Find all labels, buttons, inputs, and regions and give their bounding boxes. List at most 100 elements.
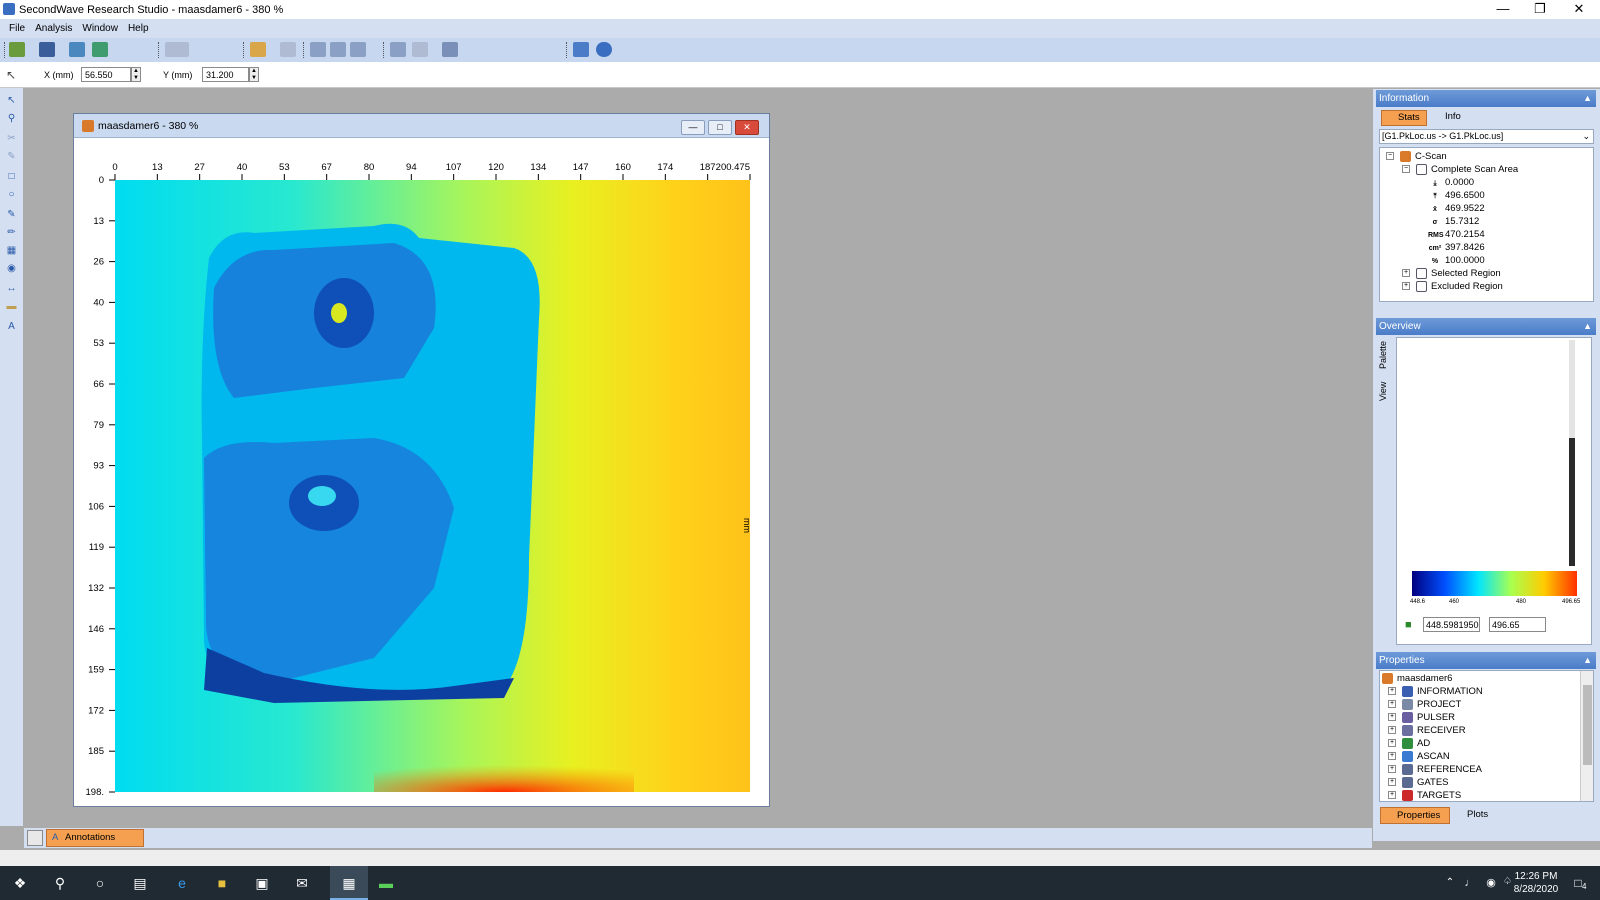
- property-item[interactable]: + INFORMATION: [1388, 685, 1483, 698]
- window-icon[interactable]: [350, 42, 366, 57]
- property-item[interactable]: + AD: [1388, 737, 1430, 750]
- restore-button[interactable]: ❐: [1521, 0, 1559, 19]
- menu-window[interactable]: Window: [82, 23, 118, 34]
- tray-chevron-icon[interactable]: ⌃: [1440, 873, 1460, 893]
- app-taskbar-icon[interactable]: ▬: [376, 873, 396, 893]
- export-icon[interactable]: [69, 42, 85, 57]
- expand-icon[interactable]: +: [1388, 765, 1396, 774]
- network-icon[interactable]: ◉: [1481, 873, 1501, 893]
- cscan-close-button[interactable]: ✕: [735, 120, 759, 135]
- stat-row[interactable]: x̄ 469.9522: [1428, 202, 1485, 215]
- expand-icon[interactable]: +: [1388, 778, 1396, 787]
- blank-icon[interactable]: [412, 42, 428, 57]
- x-coord-input[interactable]: [81, 67, 131, 82]
- cortana-icon[interactable]: ○: [90, 873, 110, 893]
- volume-icon[interactable]: ♩: [1460, 873, 1480, 893]
- expand-icon[interactable]: +: [1388, 713, 1396, 722]
- draw-icon[interactable]: ✎: [4, 208, 19, 222]
- tree-complete-area[interactable]: − Complete Scan Area: [1402, 163, 1518, 176]
- menu-analysis[interactable]: Analysis: [35, 23, 72, 34]
- palette-side-tab[interactable]: Palette: [1378, 337, 1391, 369]
- search-icon[interactable]: ⚲: [50, 873, 70, 893]
- pin-icon[interactable]: ▲: [1583, 652, 1592, 669]
- stat-row[interactable]: ⤒ 496.6500: [1428, 189, 1484, 202]
- arrow-icon[interactable]: [280, 42, 296, 57]
- toolbar-grip[interactable]: [4, 42, 6, 58]
- help-icon[interactable]: [596, 42, 612, 57]
- toolbar-grip[interactable]: [566, 42, 568, 58]
- cscan-minimize-button[interactable]: —: [681, 120, 705, 135]
- y-coord-spinner[interactable]: ▲ ▼: [249, 67, 259, 82]
- rect-select-icon[interactable]: □: [4, 170, 19, 184]
- x-coord-spinner[interactable]: ▲ ▼: [131, 67, 141, 82]
- ruler-icon[interactable]: [390, 42, 406, 57]
- cscan-plot[interactable]: 0 13 27 40 53 67 80 94 107 120 134 147 160 174 187 200.…: [74, 138, 769, 806]
- layout-icon[interactable]: [165, 42, 189, 57]
- menu-help[interactable]: Help: [128, 23, 149, 34]
- stat-row[interactable]: cm² 397.8426: [1428, 241, 1485, 254]
- expand-icon[interactable]: +: [1388, 739, 1396, 748]
- pin-icon[interactable]: ▲: [1583, 318, 1592, 335]
- property-item[interactable]: + ASCAN: [1388, 750, 1450, 763]
- text-tool-icon[interactable]: A: [4, 320, 19, 334]
- stat-row[interactable]: % 100.0000: [1428, 254, 1485, 267]
- secondwave-taskbar-icon[interactable]: ▦: [330, 866, 368, 900]
- property-item[interactable]: + PULSER: [1388, 711, 1455, 724]
- cscan-maximize-button[interactable]: □: [708, 120, 732, 135]
- save-icon[interactable]: [39, 42, 55, 57]
- store-icon[interactable]: ▣: [252, 873, 272, 893]
- filter-icon[interactable]: [442, 42, 458, 57]
- property-item[interactable]: + PROJECT: [1388, 698, 1461, 711]
- expand-icon[interactable]: +: [1388, 687, 1396, 696]
- pen-icon[interactable]: ✎: [4, 150, 19, 164]
- tree-cscan[interactable]: − C-Scan: [1386, 150, 1447, 163]
- stat-row[interactable]: σ 15.7312: [1428, 215, 1480, 228]
- color-scale-bar[interactable]: [1412, 571, 1577, 596]
- toolbar-grip[interactable]: [243, 42, 245, 58]
- tree-excluded-region[interactable]: + Excluded Region: [1402, 280, 1503, 293]
- plots-tab[interactable]: Plots: [1451, 807, 1501, 824]
- task-view-icon[interactable]: ▤: [130, 873, 150, 893]
- info-tab[interactable]: Info: [1429, 110, 1467, 126]
- close-button[interactable]: ✕: [1560, 0, 1598, 19]
- property-item[interactable]: + RECEIVER: [1388, 724, 1466, 737]
- grid-tool-icon[interactable]: ▦: [4, 244, 19, 258]
- new-icon[interactable]: [9, 42, 25, 57]
- properties-scrollbar[interactable]: [1580, 671, 1593, 801]
- brush-icon[interactable]: ✏: [4, 226, 19, 240]
- clock[interactable]: 12:26 PM 8/28/2020: [1506, 870, 1566, 896]
- toolbar-grip[interactable]: [383, 42, 385, 58]
- annotations-tab[interactable]: A Annotations: [46, 829, 144, 847]
- grid-icon[interactable]: [310, 42, 326, 57]
- tree-selected-region[interactable]: + Selected Region: [1402, 267, 1501, 280]
- stats-tab[interactable]: Stats: [1381, 110, 1427, 126]
- scrollbar-thumb[interactable]: [1583, 685, 1592, 765]
- expand-icon[interactable]: +: [1388, 752, 1396, 761]
- crop-icon[interactable]: ✂: [4, 132, 19, 146]
- tree-root[interactable]: maasdamer6: [1382, 672, 1452, 685]
- menu-file[interactable]: File: [9, 23, 25, 34]
- zoom-icon[interactable]: ⚲: [4, 112, 19, 126]
- property-item[interactable]: + TARGETS: [1388, 789, 1461, 801]
- globe-icon[interactable]: ◉: [4, 262, 19, 276]
- calculator-icon[interactable]: [573, 42, 589, 57]
- pointer-icon[interactable]: ↖: [6, 68, 16, 82]
- source-dropdown[interactable]: [G1.PkLoc.us -> G1.PkLoc.us] ⌄: [1379, 129, 1594, 144]
- stat-row[interactable]: RMS470.2154: [1428, 228, 1485, 241]
- toolbar-grip[interactable]: [158, 42, 160, 58]
- page-icon[interactable]: [27, 830, 43, 846]
- edge-icon[interactable]: e: [172, 873, 192, 893]
- refresh-icon[interactable]: [92, 42, 108, 57]
- min-value-input[interactable]: [1423, 617, 1480, 632]
- view-side-tab[interactable]: View: [1378, 373, 1391, 401]
- expand-icon[interactable]: +: [1388, 791, 1396, 800]
- expand-icon[interactable]: +: [1388, 700, 1396, 709]
- file-explorer-icon[interactable]: ■: [212, 873, 232, 893]
- properties-tab[interactable]: Properties: [1380, 807, 1450, 824]
- toolbar-grip[interactable]: [303, 42, 305, 58]
- max-value-input[interactable]: [1489, 617, 1546, 632]
- windows-start-icon[interactable]: ❖: [10, 873, 30, 893]
- stat-row[interactable]: ⤓ 0.0000: [1428, 176, 1474, 189]
- table-icon[interactable]: [330, 42, 346, 57]
- mail-icon[interactable]: ✉: [292, 873, 312, 893]
